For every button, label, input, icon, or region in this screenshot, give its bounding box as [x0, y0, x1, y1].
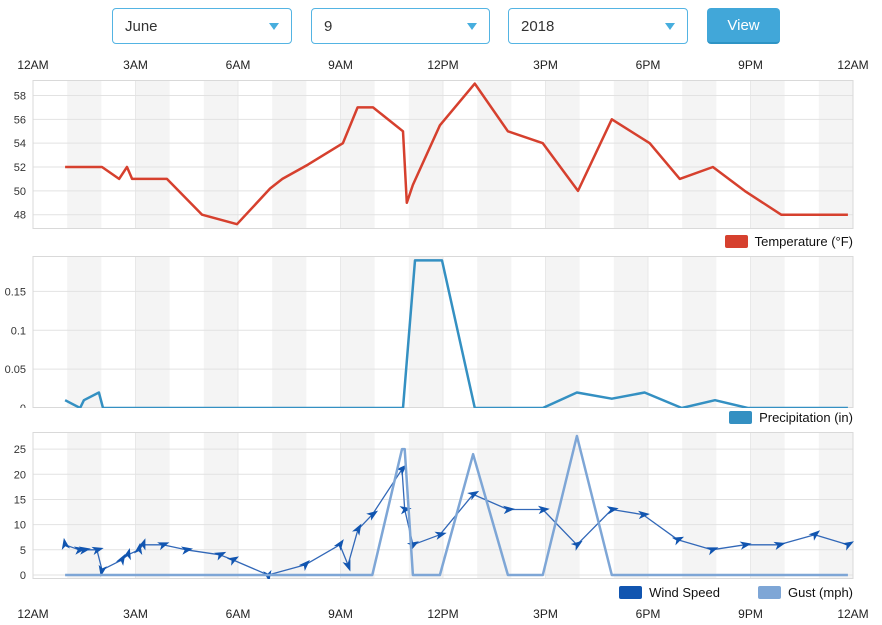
- precipitation-legend-swatch: [729, 411, 752, 424]
- wind-speed-legend-label: Wind Speed: [649, 585, 720, 600]
- time-tick-label: 9AM: [301, 58, 381, 72]
- time-tick-label: 12AM: [813, 58, 882, 72]
- gust-legend-swatch: [758, 586, 781, 599]
- wind-speed-legend-swatch: [619, 586, 642, 599]
- time-tick-label: 12AM: [813, 607, 882, 621]
- dropdown-caret-icon: [467, 23, 477, 30]
- time-tick-label: 9PM: [711, 607, 791, 621]
- y-axis-tick-label: 58: [14, 90, 26, 102]
- time-tick-label: 3PM: [506, 607, 586, 621]
- precipitation-chart: 0.15 0.1 0.05 0: [0, 256, 882, 408]
- temperature-legend: Temperature (°F): [725, 234, 853, 249]
- year-dropdown[interactable]: 2018: [508, 8, 688, 44]
- time-tick-label: 6PM: [608, 58, 688, 72]
- y-axis-tick-label: 52: [14, 162, 26, 174]
- time-tick-label: 12AM: [0, 58, 73, 72]
- y-axis-tick-label: 15: [14, 494, 26, 506]
- y-axis-tick-label: 50: [14, 186, 26, 198]
- dropdown-caret-icon: [269, 23, 279, 30]
- temperature-legend-label: Temperature (°F): [755, 234, 853, 249]
- precipitation-legend-label: Precipitation (in): [759, 410, 853, 425]
- day-dropdown[interactable]: 9: [311, 8, 490, 44]
- gust-legend-label: Gust (mph): [788, 585, 853, 600]
- y-axis-tick-label: 25: [14, 444, 26, 456]
- time-tick-label: 9AM: [301, 607, 381, 621]
- time-tick-label: 6AM: [198, 607, 278, 621]
- month-dropdown[interactable]: June: [112, 8, 292, 44]
- series-line: [65, 84, 848, 225]
- time-axis-top: 12AM 3AM 6AM 9AM 12PM 3PM 6PM 9PM 12AM: [0, 58, 882, 74]
- time-tick-label: 3AM: [96, 58, 176, 72]
- series-line: [65, 436, 848, 575]
- weather-history-page: June 9 2018 View 12AM 3AM 6AM 9AM 12PM 3PM 6PM…: [0, 0, 882, 625]
- time-tick-label: 6AM: [198, 58, 278, 72]
- year-dropdown-value: 2018: [521, 18, 554, 35]
- month-dropdown-value: June: [125, 18, 158, 35]
- time-tick-label: 9PM: [711, 58, 791, 72]
- series-line: [65, 260, 848, 408]
- time-tick-label: 3AM: [96, 607, 176, 621]
- series-line: [65, 469, 848, 575]
- time-tick-label: 12PM: [403, 58, 483, 72]
- y-axis-tick-label: 54: [14, 138, 26, 150]
- y-axis-tick-label: 0.1: [11, 325, 26, 337]
- y-axis-tick-label: 0: [20, 570, 26, 579]
- temperature-legend-swatch: [725, 235, 748, 248]
- y-axis-tick-label: 10: [14, 520, 26, 532]
- y-axis-tick-label: 0.05: [5, 364, 26, 376]
- time-tick-label: 3PM: [506, 58, 586, 72]
- day-dropdown-value: 9: [324, 18, 332, 35]
- dropdown-caret-icon: [665, 23, 675, 30]
- y-axis-tick-label: 5: [20, 545, 26, 557]
- view-button[interactable]: View: [707, 8, 780, 44]
- y-axis-tick-label: 48: [14, 210, 26, 222]
- y-axis-tick-label: 20: [14, 469, 26, 481]
- time-tick-label: 12PM: [403, 607, 483, 621]
- precipitation-legend: Precipitation (in): [729, 410, 853, 425]
- time-tick-label: 12AM: [0, 607, 73, 621]
- time-axis-bottom: 12AM 3AM 6AM 9AM 12PM 3PM 6PM 9PM 12AM: [0, 607, 882, 623]
- wind-legend: Wind Speed Gust (mph): [619, 585, 853, 600]
- y-axis-tick-label: 0: [20, 403, 26, 408]
- time-tick-label: 6PM: [608, 607, 688, 621]
- y-axis-tick-label: 0.15: [5, 286, 26, 298]
- wind-chart: 25 20 15 10 5 0: [0, 432, 882, 579]
- y-axis-tick-label: 56: [14, 114, 26, 126]
- temperature-chart: 48 50 52 54 56 58: [0, 80, 882, 229]
